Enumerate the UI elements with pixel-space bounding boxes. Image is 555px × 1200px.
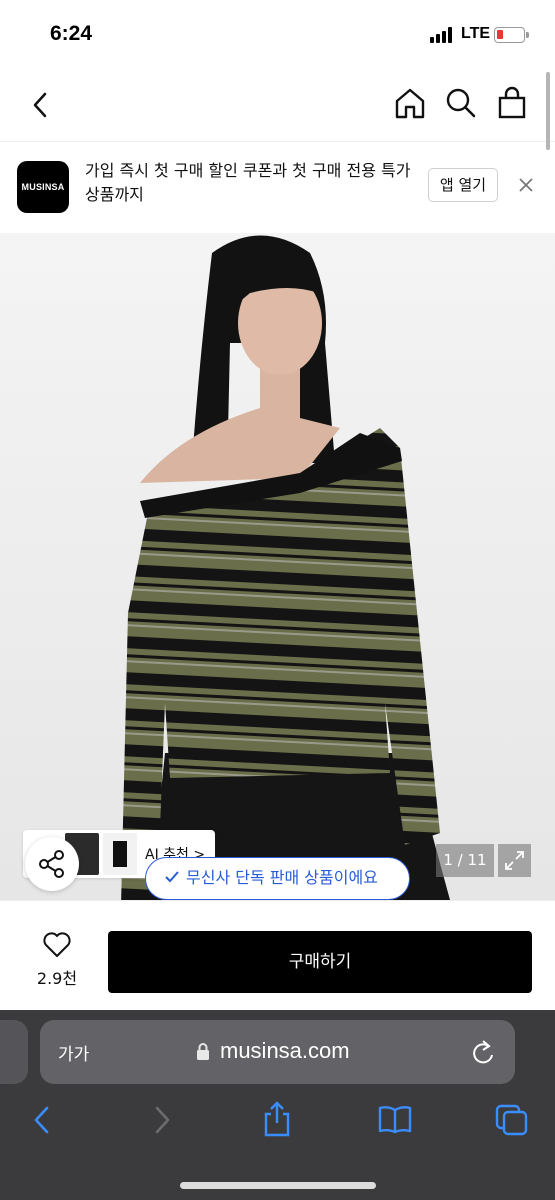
recommend-thumbnail[interactable] — [103, 833, 137, 875]
exclusive-badge-label: 무신사 단독 판매 상품이에요 — [186, 868, 378, 887]
banner-message: 가입 즉시 첫 구매 할인 쿠폰과 첫 구매 전용 특가 상품까지 — [85, 161, 411, 204]
product-image[interactable]: AI 추천 > 무신사 단독 판매 상품이에요 1 / 11 — [0, 233, 555, 900]
check-icon — [165, 871, 179, 883]
close-icon[interactable] — [516, 175, 536, 195]
purchase-bar: 2.9천 구매하기 — [0, 900, 555, 1010]
expand-icon — [505, 851, 524, 870]
like-count: 2.9천 — [36, 969, 78, 988]
address-bar[interactable]: 가가 musinsa.com — [40, 1020, 515, 1084]
share-icon — [39, 850, 64, 878]
signal-icon — [430, 27, 456, 43]
browser-toolbar: 가가 musinsa.com — [0, 1010, 555, 1200]
lock-icon — [197, 1043, 209, 1060]
text-size-button[interactable]: 가가 — [58, 1040, 89, 1065]
buy-button[interactable]: 구매하기 — [108, 931, 532, 993]
bookmarks-icon[interactable] — [377, 1104, 413, 1134]
page-counter: 1 / 11 — [436, 844, 494, 877]
network-label: LTE — [461, 25, 491, 42]
expand-button[interactable] — [498, 844, 531, 877]
tabs-icon[interactable] — [495, 1104, 529, 1136]
share-button[interactable] — [25, 837, 79, 891]
home-indicator — [180, 1182, 376, 1189]
share-icon[interactable] — [262, 1100, 292, 1138]
open-app-button[interactable]: 앱 열기 — [428, 168, 498, 202]
chevron-left-icon[interactable] — [28, 90, 52, 120]
back-icon[interactable] — [30, 1104, 54, 1136]
product-photo — [121, 235, 450, 900]
musinsa-logo: MUSINSA — [17, 161, 69, 213]
reload-icon[interactable] — [470, 1038, 496, 1066]
shopping-bag-icon[interactable] — [497, 86, 527, 120]
scroll-indicator — [546, 72, 550, 150]
status-bar: 6:24 LTE — [0, 0, 555, 70]
battery-icon — [494, 27, 529, 43]
home-icon[interactable] — [393, 86, 427, 120]
app-install-banner: MUSINSA 가입 즉시 첫 구매 할인 쿠폰과 첫 구매 전용 특가 상품까… — [0, 143, 555, 233]
url-text[interactable]: musinsa.com — [220, 1038, 350, 1064]
search-icon[interactable] — [445, 87, 477, 119]
previous-tab[interactable] — [0, 1020, 28, 1084]
exclusive-badge: 무신사 단독 판매 상품이에요 — [145, 857, 410, 900]
status-time: 6:24 — [50, 22, 93, 45]
like-button[interactable]: 2.9천 — [28, 931, 86, 989]
forward-icon[interactable] — [150, 1104, 174, 1136]
heart-icon[interactable] — [42, 931, 72, 959]
nav-bar — [0, 70, 555, 142]
